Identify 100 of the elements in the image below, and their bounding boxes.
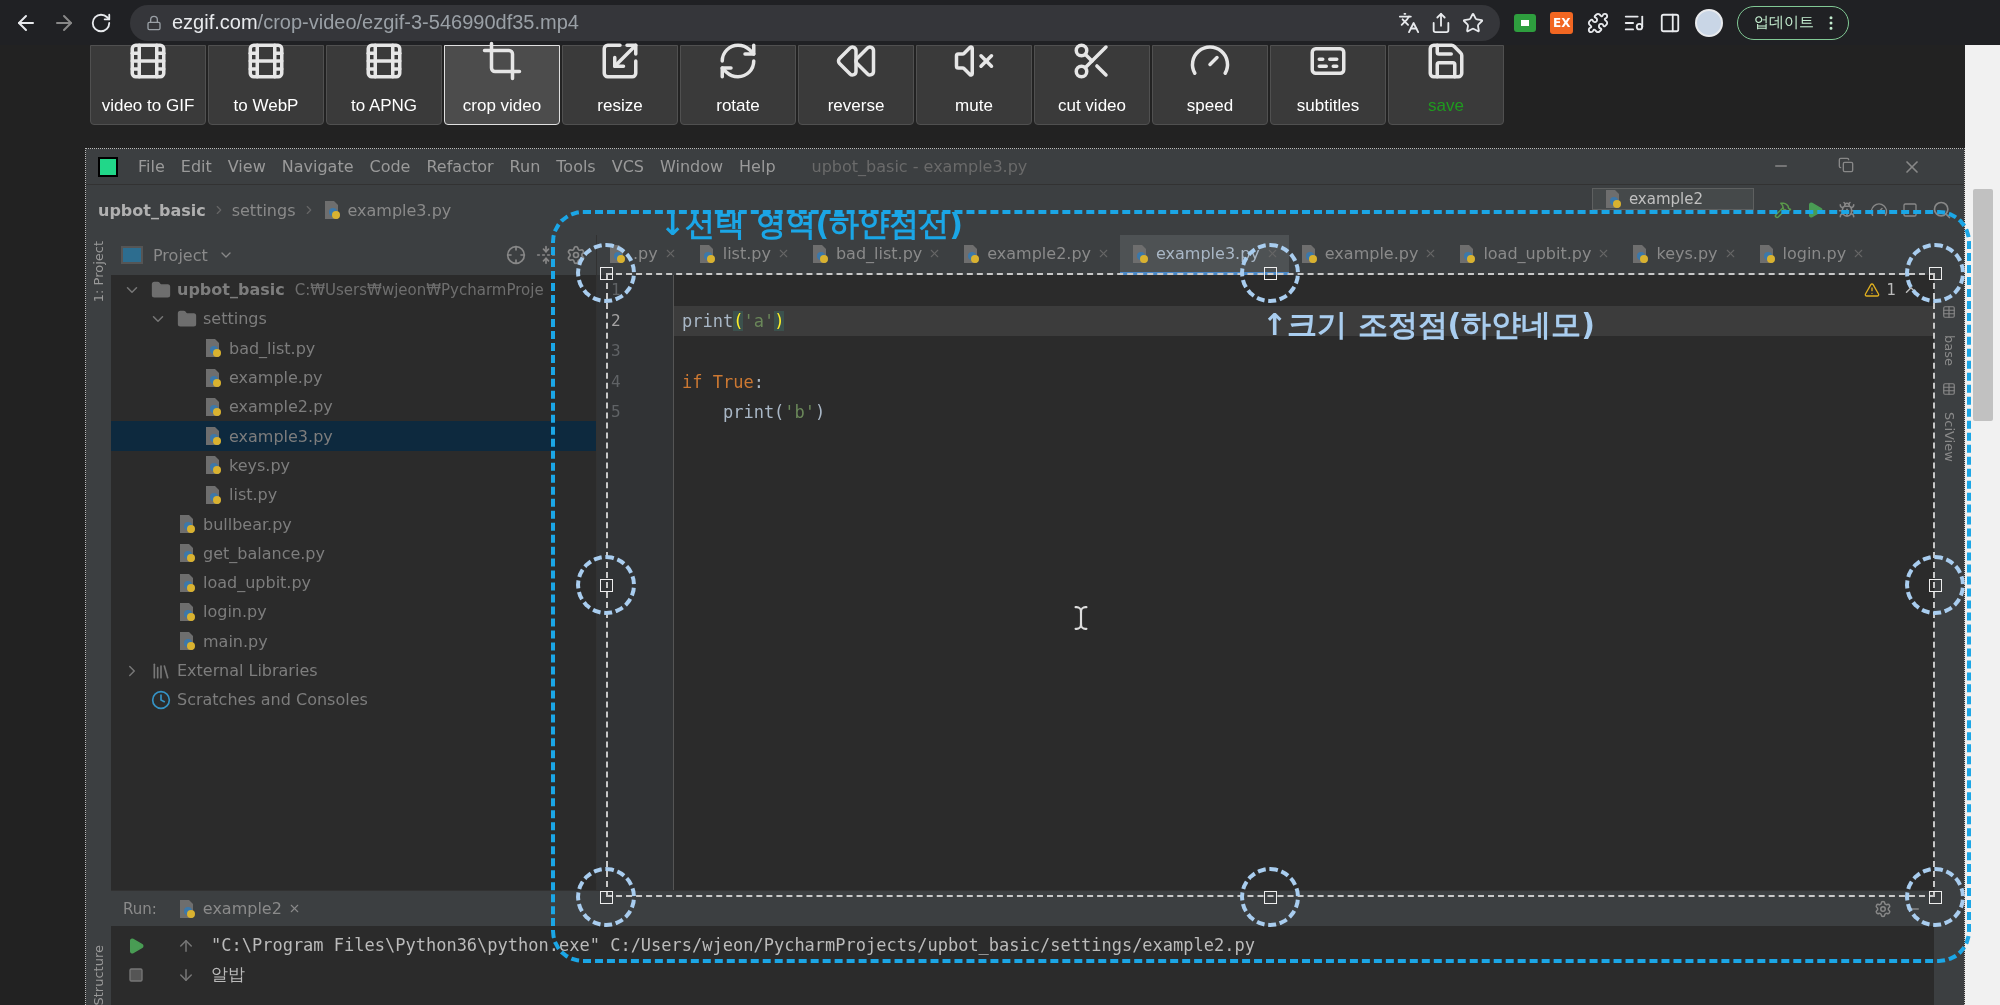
tree-item[interactable]: login.py: [111, 597, 596, 627]
tree-item[interactable]: keys.py: [111, 450, 596, 481]
resize-handle[interactable]: [1240, 867, 1300, 927]
menu-item[interactable]: Refactor: [420, 157, 500, 176]
tool-button[interactable]: save: [1388, 45, 1504, 125]
url-text: ezgif.com/crop-video/ezgif-3-546990df35.mp4: [172, 11, 580, 34]
breadcrumb-item[interactable]: settings: [231, 200, 296, 220]
menu-item[interactable]: Help: [733, 157, 782, 176]
editor-tab[interactable]: login.py: [1746, 235, 1876, 275]
panel-title[interactable]: Project: [153, 245, 208, 265]
structure-tool-tab[interactable]: Structure: [91, 944, 106, 1005]
tool-button[interactable]: video to GIF: [90, 45, 206, 125]
breadcrumb-item[interactable]: example3.py: [347, 200, 452, 220]
run-tab[interactable]: example2: [168, 898, 309, 919]
tree-item[interactable]: load_upbit.py: [111, 567, 596, 598]
tree-item[interactable]: bullbear.py: [111, 509, 596, 539]
python-file-icon: [1457, 243, 1478, 264]
collapse-icon[interactable]: [536, 245, 556, 265]
tool-button[interactable]: rotate: [680, 45, 796, 125]
tree-item-label: settings: [203, 309, 267, 329]
tree-item[interactable]: settings: [111, 304, 596, 334]
python-file-icon: [177, 631, 197, 652]
tool-button[interactable]: reverse: [798, 45, 914, 125]
editor-tab[interactable]: load_upbit.py: [1447, 235, 1621, 275]
tree-item[interactable]: example2.py: [111, 392, 596, 422]
tool-button[interactable]: to APNG: [326, 45, 442, 125]
tool-button[interactable]: mute: [916, 45, 1032, 125]
menu-item[interactable]: Navigate: [275, 157, 360, 176]
extension-icon[interactable]: [1514, 13, 1536, 32]
clock-icon: [151, 689, 171, 710]
folder-icon: [177, 308, 197, 329]
restore-icon[interactable]: [1838, 156, 1854, 173]
tree-item[interactable]: External Libraries: [111, 655, 596, 686]
settings-icon[interactable]: [1874, 899, 1892, 918]
table-icon[interactable]: [1942, 305, 1956, 319]
folder-icon: [151, 279, 171, 300]
tree-item[interactable]: Scratches and Consoles: [111, 685, 596, 715]
search-icon[interactable]: [1932, 200, 1952, 220]
share-icon[interactable]: [1430, 11, 1452, 34]
python-file-icon: [203, 396, 223, 417]
address-bar[interactable]: ezgif.com/crop-video/ezgif-3-546990df35.mp4: [130, 4, 1500, 41]
resize-handle[interactable]: [576, 243, 636, 303]
resize-handle[interactable]: [576, 555, 636, 615]
stop-icon[interactable]: [1902, 202, 1918, 218]
tree-item[interactable]: bad_list.py: [111, 333, 596, 363]
editor-tab[interactable]: example3.py: [1120, 235, 1289, 275]
python-file-icon: [1130, 243, 1151, 264]
extensions-icon[interactable]: [1587, 11, 1610, 34]
menu-item[interactable]: File: [132, 157, 171, 176]
resize-handle[interactable]: [1905, 243, 1965, 303]
settings-icon[interactable]: [566, 245, 586, 265]
tool-button[interactable]: speed: [1152, 45, 1268, 125]
menu-item[interactable]: Run: [503, 157, 547, 176]
sciview-tool-tab[interactable]: SciView: [1941, 412, 1957, 462]
tree-item[interactable]: main.py: [111, 626, 596, 656]
python-file-icon: [203, 455, 223, 476]
tool-button[interactable]: resize: [562, 45, 678, 125]
tool-button[interactable]: to WebP: [208, 45, 324, 125]
resize-handle[interactable]: [1905, 867, 1965, 927]
reload-icon[interactable]: [90, 11, 112, 34]
gauge-icon[interactable]: [1870, 201, 1888, 219]
tree-item[interactable]: example.py: [111, 362, 596, 393]
tree-item[interactable]: get_balance.py: [111, 538, 596, 568]
tool-button[interactable]: cut video: [1034, 45, 1150, 125]
menu-item[interactable]: Tools: [550, 157, 602, 176]
side-panel-icon[interactable]: [1659, 11, 1682, 34]
resize-handle[interactable]: [1905, 555, 1965, 615]
tree-item-label: main.py: [203, 631, 268, 651]
tree-item[interactable]: list.py: [111, 480, 596, 510]
tool-button[interactable]: subtitles: [1270, 45, 1386, 125]
bug-icon[interactable]: [1838, 201, 1856, 219]
editor-tab[interactable]: keys.py: [1620, 235, 1747, 275]
project-tool-tab[interactable]: 1: Project: [91, 241, 106, 303]
tree-item[interactable]: upbot_basic C:₩Users₩wjeon₩PycharmProje: [111, 275, 596, 305]
run-config-dropdown[interactable]: example2: [1591, 188, 1754, 210]
resize-handle[interactable]: [576, 867, 636, 927]
menu-item[interactable]: Code: [363, 157, 417, 176]
editor-tab[interactable]: example.py: [1288, 235, 1448, 275]
tree-item-label: load_upbit.py: [203, 573, 312, 593]
bookmark-star-icon[interactable]: [1462, 11, 1484, 34]
extension-badge[interactable]: EX: [1550, 11, 1574, 34]
tree-item-label: bullbear.py: [203, 514, 292, 534]
run-icon[interactable]: [1806, 201, 1824, 219]
scrollbar[interactable]: [1965, 45, 2000, 1005]
translate-icon[interactable]: [1398, 11, 1420, 34]
python-file-icon: [177, 572, 197, 593]
scrollbar-thumb[interactable]: [1972, 189, 1993, 421]
menu-item[interactable]: View: [221, 157, 272, 176]
hammer-icon[interactable]: [1774, 201, 1792, 219]
crosshair-icon[interactable]: [506, 245, 526, 265]
menu-item[interactable]: VCS: [605, 157, 650, 176]
menu-item[interactable]: Window: [654, 157, 730, 176]
tree-item[interactable]: example3.py: [111, 421, 596, 451]
menu-item[interactable]: Edit: [174, 157, 218, 176]
avatar[interactable]: [1695, 8, 1724, 37]
table-icon[interactable]: [1942, 382, 1956, 396]
stop-icon[interactable]: [128, 966, 144, 983]
database-tool-tab[interactable]: base: [1941, 335, 1957, 366]
run-icon[interactable]: [127, 936, 145, 955]
breadcrumb-item[interactable]: upbot_basic: [98, 200, 206, 220]
